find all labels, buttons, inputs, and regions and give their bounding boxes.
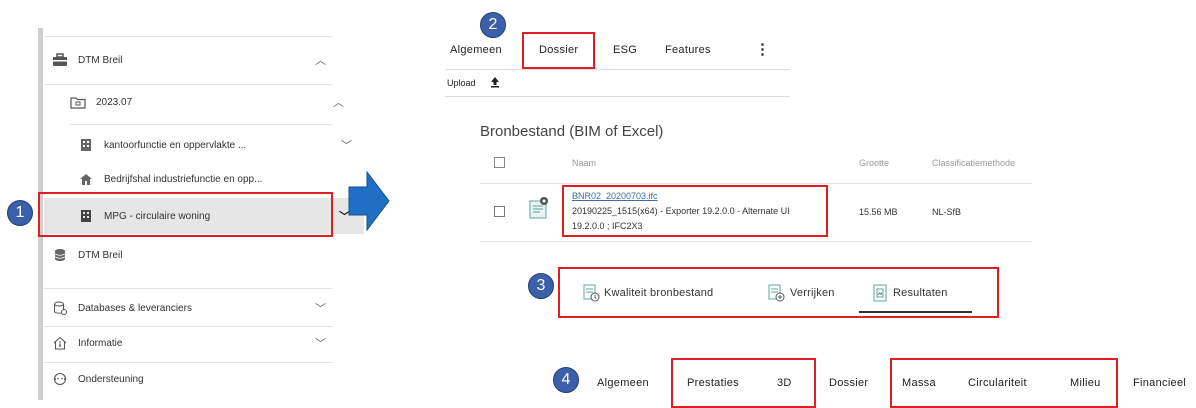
info-home-icon — [52, 335, 68, 351]
highlight-box-file — [562, 185, 828, 237]
sidebar-item-kantoorfunctie[interactable]: kantoorfunctie en oppervlakte ... ﹀ — [44, 128, 366, 162]
sidebar-item-dtm-breil-db[interactable]: DTM Breil — [44, 238, 340, 272]
sidebar-item-label: Ondersteuning — [78, 373, 144, 385]
tab-dossier-bottom[interactable]: Dossier — [829, 377, 868, 389]
upload-icon[interactable] — [490, 75, 500, 93]
database-settings-icon — [52, 300, 68, 316]
folder-icon — [70, 94, 86, 110]
column-header-grootte[interactable]: Grootte — [859, 158, 889, 168]
file-classification: NL-SfB — [932, 207, 962, 217]
sidebar-item-label: Databases & leveranciers — [78, 302, 192, 314]
active-tab-indicator — [859, 311, 972, 313]
divider — [44, 36, 332, 37]
tab-financieel[interactable]: Financieel — [1133, 377, 1186, 389]
sidebar-item-label: Informatie — [78, 337, 123, 349]
tab-kwaliteit-bronbestand[interactable]: Kwaliteit bronbestand — [604, 287, 713, 299]
sidebar-item-informatie[interactable]: Informatie ﹀ — [44, 326, 340, 360]
divider — [480, 183, 1032, 184]
tab-features[interactable]: Features — [665, 44, 711, 56]
sidebar-item-label: DTM Breil — [78, 249, 123, 261]
database-icon — [52, 247, 68, 263]
upload-label[interactable]: Upload — [447, 78, 476, 88]
column-header-classificatie[interactable]: Classificatiemethode — [932, 158, 1015, 168]
sidebar-item-label: 2023.07 — [96, 96, 133, 108]
section-title: Bronbestand (BIM of Excel) — [480, 123, 664, 140]
results-icon[interactable] — [872, 284, 890, 307]
tab-algemeen-bottom[interactable]: Algemeen — [597, 377, 649, 389]
step-badge-2: 2 — [480, 12, 506, 38]
divider — [445, 96, 790, 97]
arrow-right-icon — [347, 170, 391, 237]
column-header-naam[interactable]: Naam — [572, 158, 596, 168]
tab-verrijken[interactable]: Verrijken — [790, 287, 835, 299]
sidebar-item-ondersteuning[interactable]: Ondersteuning — [44, 362, 340, 396]
divider — [480, 241, 1032, 242]
divider — [445, 69, 790, 70]
sidebar-item-dtm-breil[interactable]: DTM Breil ︿ — [44, 43, 340, 77]
step-badge-4: 4 — [553, 367, 579, 393]
file-size: 15.56 MB — [859, 207, 898, 217]
select-all-checkbox[interactable] — [494, 157, 505, 168]
ifc-file-icon — [528, 196, 550, 225]
more-menu-icon[interactable]: ⋮ — [755, 40, 770, 58]
chevron-down-icon[interactable]: ﹀ — [315, 335, 326, 351]
sidebar-item-label: kantoorfunctie en oppervlakte ... — [104, 139, 247, 151]
building-icon — [78, 137, 94, 153]
chevron-up-icon[interactable]: ︿ — [333, 94, 344, 110]
row-checkbox[interactable] — [494, 206, 505, 217]
highlight-box-4a — [671, 358, 816, 408]
divider — [70, 124, 332, 125]
divider — [44, 288, 332, 289]
house-icon — [78, 171, 94, 187]
step-badge-3: 3 — [528, 273, 554, 299]
tab-algemeen[interactable]: Algemeen — [450, 44, 502, 56]
tab-esg[interactable]: ESG — [613, 44, 637, 56]
chevron-down-icon[interactable]: ﹀ — [341, 137, 352, 153]
sidebar-item-databases[interactable]: Databases & leveranciers ﹀ — [44, 291, 340, 325]
tab-resultaten[interactable]: Resultaten — [893, 287, 948, 299]
sidebar-item-bedrijfshal[interactable]: Bedrijfshal industriefunctie en opp... — [44, 162, 366, 196]
highlight-box-2 — [522, 32, 595, 69]
briefcase-icon — [52, 52, 68, 68]
highlight-box-1 — [38, 192, 333, 237]
chevron-down-icon[interactable]: ﹀ — [315, 300, 326, 316]
highlight-box-4b — [890, 358, 1118, 408]
step-badge-1: 1 — [7, 200, 33, 226]
sidebar-item-2023-07[interactable]: 2023.07 ︿ — [44, 85, 358, 119]
enrich-icon[interactable] — [767, 284, 785, 307]
quality-check-icon[interactable] — [582, 284, 600, 307]
sidebar-item-label: DTM Breil — [78, 54, 123, 66]
chevron-up-icon[interactable]: ︿ — [315, 52, 326, 68]
sidebar-item-label: Bedrijfshal industriefunctie en opp... — [104, 173, 263, 185]
support-icon — [52, 371, 68, 387]
